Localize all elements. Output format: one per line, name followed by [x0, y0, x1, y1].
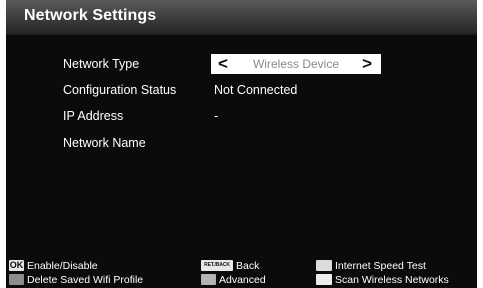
light-key-icon: [316, 274, 332, 285]
network-name-label: Network Name: [63, 136, 146, 150]
title-bar: Network Settings: [6, 0, 477, 35]
configuration-status-label: Configuration Status: [63, 83, 177, 97]
network-type-value: Wireless Device: [252, 57, 339, 71]
white-key-icon: [316, 260, 332, 271]
chevron-right-icon[interactable]: >: [362, 54, 372, 74]
ip-address-value: -: [214, 109, 219, 123]
key-legend-bar: OK Enable/Disable RET./BACK Back Interne…: [6, 257, 477, 288]
network-type-label: Network Type: [63, 57, 140, 71]
legend-scan-label: Scan Wireless Networks: [335, 273, 449, 286]
gray-key-icon: [201, 274, 216, 285]
legend-advanced[interactable]: Advanced: [201, 273, 266, 286]
page-title: Network Settings: [24, 7, 157, 24]
legend-delete-profile[interactable]: Delete Saved Wifi Profile: [9, 273, 143, 286]
legend-speed-test-label: Internet Speed Test: [335, 259, 426, 272]
chevron-left-icon[interactable]: <: [218, 54, 228, 74]
ip-address-label: IP Address: [63, 109, 124, 123]
back-key-icon: RET./BACK: [201, 260, 233, 271]
legend-ok-label: Enable/Disable: [27, 259, 98, 272]
legend-advanced-label: Advanced: [219, 273, 266, 286]
legend-back-label: Back: [236, 259, 260, 272]
legend-scan[interactable]: Scan Wireless Networks: [316, 273, 449, 286]
dark-gray-key-icon: [9, 274, 24, 285]
network-settings-screen: Network Settings Network Type < Wireless…: [6, 0, 477, 288]
legend-ok[interactable]: OK Enable/Disable: [9, 259, 98, 272]
legend-delete-profile-label: Delete Saved Wifi Profile: [27, 273, 144, 286]
network-type-selector[interactable]: < Wireless Device >: [211, 54, 381, 74]
configuration-status-value: Not Connected: [214, 83, 298, 97]
ok-key-icon: OK: [9, 260, 24, 271]
legend-speed-test[interactable]: Internet Speed Test: [316, 259, 426, 272]
legend-back[interactable]: RET./BACK Back: [201, 259, 259, 272]
